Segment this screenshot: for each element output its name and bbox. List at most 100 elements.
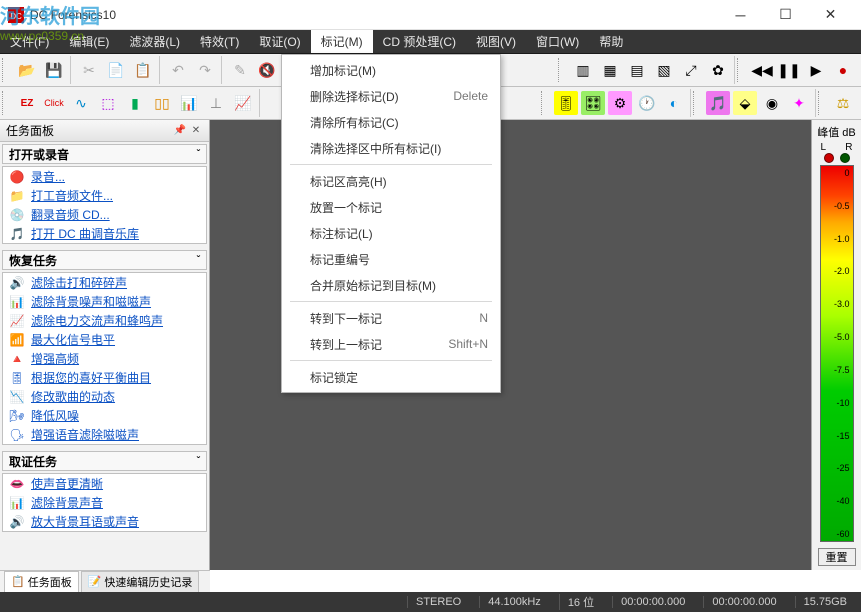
chart-button[interactable]: 📊	[177, 91, 201, 115]
click-button[interactable]: Click	[42, 91, 66, 115]
open-button[interactable]: 📂	[15, 58, 39, 82]
settings-button[interactable]: ✿	[706, 58, 730, 82]
pause-button[interactable]: ❚❚	[777, 58, 801, 82]
dd-renumber[interactable]: 标记重编号	[282, 246, 500, 272]
section-forensics[interactable]: 取证任务ˇ	[2, 451, 207, 471]
fx9-button[interactable]: ✦	[787, 91, 811, 115]
task-declick[interactable]: 🔊滤除击打和碎碎声	[3, 273, 206, 292]
filter1-button[interactable]: ⬚	[96, 91, 120, 115]
toolbar-grip[interactable]	[2, 91, 6, 115]
task-dewind[interactable]: 🌬降低风噪	[3, 406, 206, 425]
ez-button[interactable]: EZ	[15, 91, 39, 115]
menu-help[interactable]: 帮助	[589, 30, 633, 53]
view2-button[interactable]: ▦	[598, 58, 622, 82]
menu-file[interactable]: 文件(F)	[0, 30, 59, 53]
fx7-button[interactable]: ⬙	[733, 91, 757, 115]
close-panel-icon[interactable]: ✕	[189, 124, 203, 138]
fx4-button[interactable]: 🕐	[635, 91, 659, 115]
record-button[interactable]: ●	[831, 58, 855, 82]
task-panel-title: 任务面板	[6, 122, 54, 139]
expand-button[interactable]: ⤢	[679, 58, 703, 82]
fx3-button[interactable]: ⚙	[608, 91, 632, 115]
signal-button[interactable]: ⊥	[204, 91, 228, 115]
music-icon: 🎵	[9, 226, 25, 242]
view1-button[interactable]: ▥	[571, 58, 595, 82]
menu-effects[interactable]: 特效(T)	[190, 30, 249, 53]
toolbar-grip[interactable]	[737, 58, 741, 82]
dd-place-one[interactable]: 放置一个标记	[282, 194, 500, 220]
graph-button[interactable]: 📈	[231, 91, 255, 115]
menu-forensics[interactable]: 取证(O)	[249, 30, 310, 53]
toolbar-grip[interactable]	[2, 58, 6, 82]
menu-edit[interactable]: 编辑(E)	[59, 30, 119, 53]
dd-lock-markers[interactable]: 标记锁定	[282, 364, 500, 390]
menu-window[interactable]: 窗口(W)	[526, 30, 589, 53]
fx8-button[interactable]: ◉	[760, 91, 784, 115]
menu-filter[interactable]: 滤波器(L)	[119, 30, 190, 53]
dd-next-marker[interactable]: 转到下一标记N	[282, 305, 500, 331]
toolbar-grip[interactable]	[693, 91, 697, 115]
minimize-button[interactable]: ─	[718, 0, 763, 30]
toolbar-grip[interactable]	[541, 91, 545, 115]
window-title: DC Forensics10	[30, 8, 718, 22]
undo-button[interactable]: ↶	[166, 58, 190, 82]
balance-button[interactable]: ⚖	[831, 91, 855, 115]
fx1-button[interactable]: 🎚	[554, 91, 578, 115]
task-clarify[interactable]: 👄使声音更清晰	[3, 474, 206, 493]
fx5-button[interactable]: ◐	[662, 91, 686, 115]
menu-view[interactable]: 视图(V)	[466, 30, 526, 53]
dd-label-marker[interactable]: 标注标记(L)	[282, 220, 500, 246]
dd-clear-all[interactable]: 清除所有标记(C)	[282, 109, 500, 135]
dd-highlight[interactable]: 标记区高亮(H)	[282, 168, 500, 194]
bottom-tabs: 📋任务面板 📝快速编辑历史记录	[0, 570, 210, 592]
dd-merge[interactable]: 合并原始标记到目标(M)	[282, 272, 500, 298]
filter2-button[interactable]: ▮	[123, 91, 147, 115]
reset-meter-button[interactable]: 重置	[818, 548, 856, 566]
dd-prev-marker[interactable]: 转到上一标记Shift+N	[282, 331, 500, 357]
fx6-button[interactable]: 🎵	[706, 91, 730, 115]
task-record[interactable]: 🔴录音...	[3, 167, 206, 186]
fx2-button[interactable]: 🎛	[581, 91, 605, 115]
dd-add-marker[interactable]: 增加标记(M)	[282, 57, 500, 83]
menu-cd[interactable]: CD 预处理(C)	[373, 30, 466, 53]
save-button[interactable]: 💾	[42, 58, 66, 82]
task-dehum[interactable]: 📈滤除电力交流声和蜂鸣声	[3, 311, 206, 330]
task-filter-bg[interactable]: 📊滤除背景声音	[3, 493, 206, 512]
paste-button[interactable]: 📋	[131, 58, 155, 82]
task-voice-enhance[interactable]: 🗣增强语音滤除嗞嗞声	[3, 425, 206, 444]
copy-button[interactable]: 📄	[104, 58, 128, 82]
task-open-library[interactable]: 🎵打开 DC 曲调音乐库	[3, 224, 206, 243]
task-maximize[interactable]: 📶最大化信号电平	[3, 330, 206, 349]
view4-button[interactable]: ▧	[652, 58, 676, 82]
mute-button[interactable]: 🔇	[255, 58, 279, 82]
pin-icon[interactable]: 📌	[173, 124, 187, 138]
tab-task-panel[interactable]: 📋任务面板	[4, 571, 79, 593]
view3-button[interactable]: ▤	[625, 58, 649, 82]
dd-clear-selection[interactable]: 清除选择区中所有标记(I)	[282, 135, 500, 161]
maximize-button[interactable]: ☐	[763, 0, 808, 30]
section-restore[interactable]: 恢复任务ˇ	[2, 250, 207, 270]
task-dynamics[interactable]: 📉修改歌曲的动态	[3, 387, 206, 406]
dd-delete-marker[interactable]: 删除选择标记(D)Delete	[282, 83, 500, 109]
meter-title: 峰值 dB	[817, 120, 856, 142]
task-amplify-whisper[interactable]: 🔊放大背景耳语或声音	[3, 512, 206, 531]
wave-button[interactable]: ∿	[69, 91, 93, 115]
tab-history[interactable]: 📝快速编辑历史记录	[81, 571, 200, 593]
pencil-button[interactable]: ✎	[228, 58, 252, 82]
task-open-file[interactable]: 📁打工音频文件...	[3, 186, 206, 205]
close-button[interactable]: ✕	[808, 0, 853, 30]
task-rip-cd[interactable]: 💿翻录音频 CD...	[3, 205, 206, 224]
task-balance[interactable]: 🎚根据您的喜好平衡曲目	[3, 368, 206, 387]
redo-button[interactable]: ↷	[193, 58, 217, 82]
section-open-record[interactable]: 打开或录音ˇ	[2, 144, 207, 164]
task-enhance-high[interactable]: 🔺增强高频	[3, 349, 206, 368]
toolbar-grip[interactable]	[558, 58, 562, 82]
play-button[interactable]: ▶	[804, 58, 828, 82]
cut-button[interactable]: ✂	[77, 58, 101, 82]
bars-button[interactable]: ▯▯	[150, 91, 174, 115]
toolbar-grip[interactable]	[818, 91, 822, 115]
menu-markers[interactable]: 标记(M)	[311, 30, 373, 53]
markers-dropdown: 增加标记(M) 删除选择标记(D)Delete 清除所有标记(C) 清除选择区中…	[281, 54, 501, 393]
rewind-button[interactable]: ◀◀	[750, 58, 774, 82]
task-denoise[interactable]: 📊滤除背景噪声和嗞嗞声	[3, 292, 206, 311]
